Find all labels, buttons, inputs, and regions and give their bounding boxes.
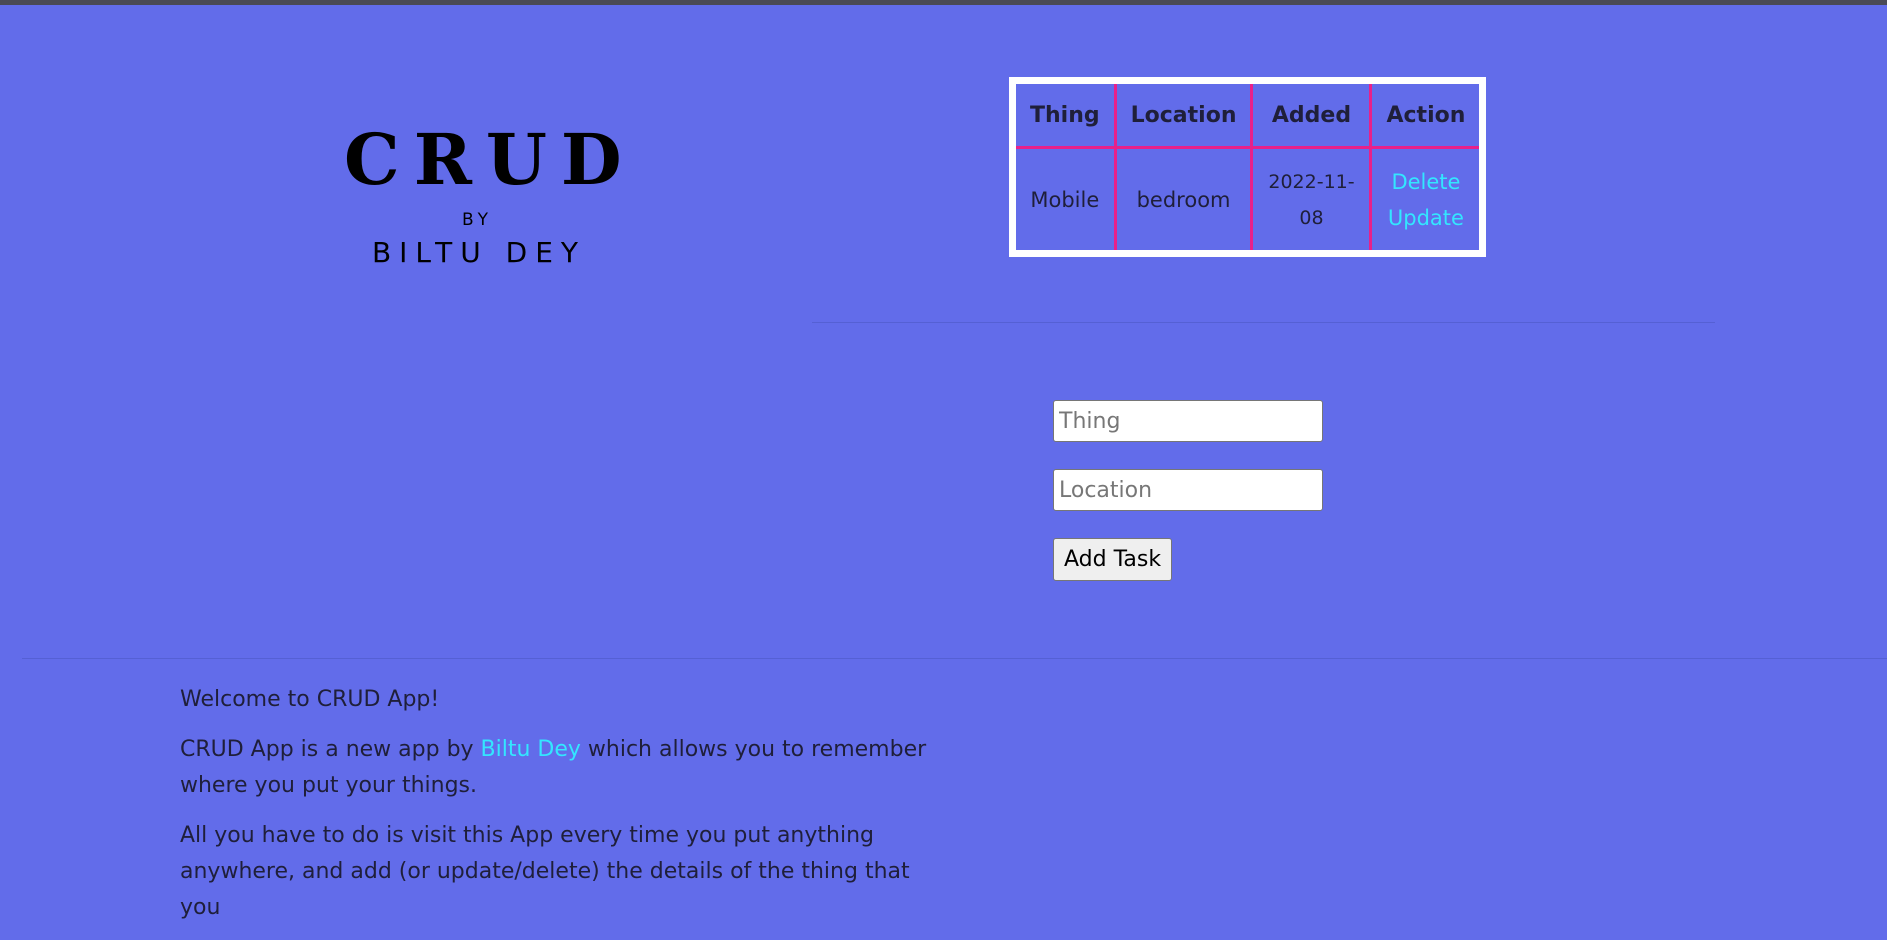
things-table-container: Thing Location Added Action Mobile bedro…: [1009, 77, 1487, 257]
logo-title: CRUD: [344, 118, 636, 201]
cell-location: bedroom: [1113, 146, 1254, 250]
author-link[interactable]: Biltu Dey: [481, 737, 581, 762]
table-row: Mobile bedroom 2022-11-08 Delete Update: [1016, 146, 1480, 250]
cell-thing: Mobile: [1016, 146, 1117, 250]
things-table: Thing Location Added Action Mobile bedro…: [1016, 84, 1480, 250]
about-section: Welcome to CRUD App! CRUD App is a new a…: [180, 682, 940, 940]
add-task-button[interactable]: Add Task: [1053, 538, 1173, 581]
logo: CRUD BY BILTU DEY: [330, 118, 636, 270]
instructions-paragraph: All you have to do is visit this App eve…: [180, 823, 910, 920]
thing-input[interactable]: [1053, 400, 1323, 442]
header-thing: Thing: [1016, 84, 1117, 149]
welcome-text: Welcome to CRUD App!: [180, 687, 440, 712]
update-link[interactable]: Update: [1386, 200, 1465, 236]
logo-author: BILTU DEY: [371, 236, 587, 269]
window-top-bar: [0, 0, 1887, 5]
cell-added: 2022-11-08: [1250, 146, 1373, 250]
header-location: Location: [1113, 84, 1254, 149]
header-action: Action: [1369, 84, 1480, 149]
location-input[interactable]: [1053, 469, 1323, 511]
divider: [812, 322, 1715, 323]
header-added: Added: [1250, 84, 1373, 149]
intro-paragraph: CRUD App is a new app by Biltu Dey which…: [180, 732, 940, 804]
logo-by: BY: [461, 210, 494, 230]
intro-text-before: CRUD App is a new app by: [180, 737, 481, 762]
delete-link[interactable]: Delete: [1386, 164, 1465, 200]
cell-action: Delete Update: [1369, 146, 1480, 250]
table-header-row: Thing Location Added Action: [1016, 84, 1480, 149]
section-divider: [22, 658, 1887, 659]
add-task-form: Add Task: [1053, 400, 1323, 581]
